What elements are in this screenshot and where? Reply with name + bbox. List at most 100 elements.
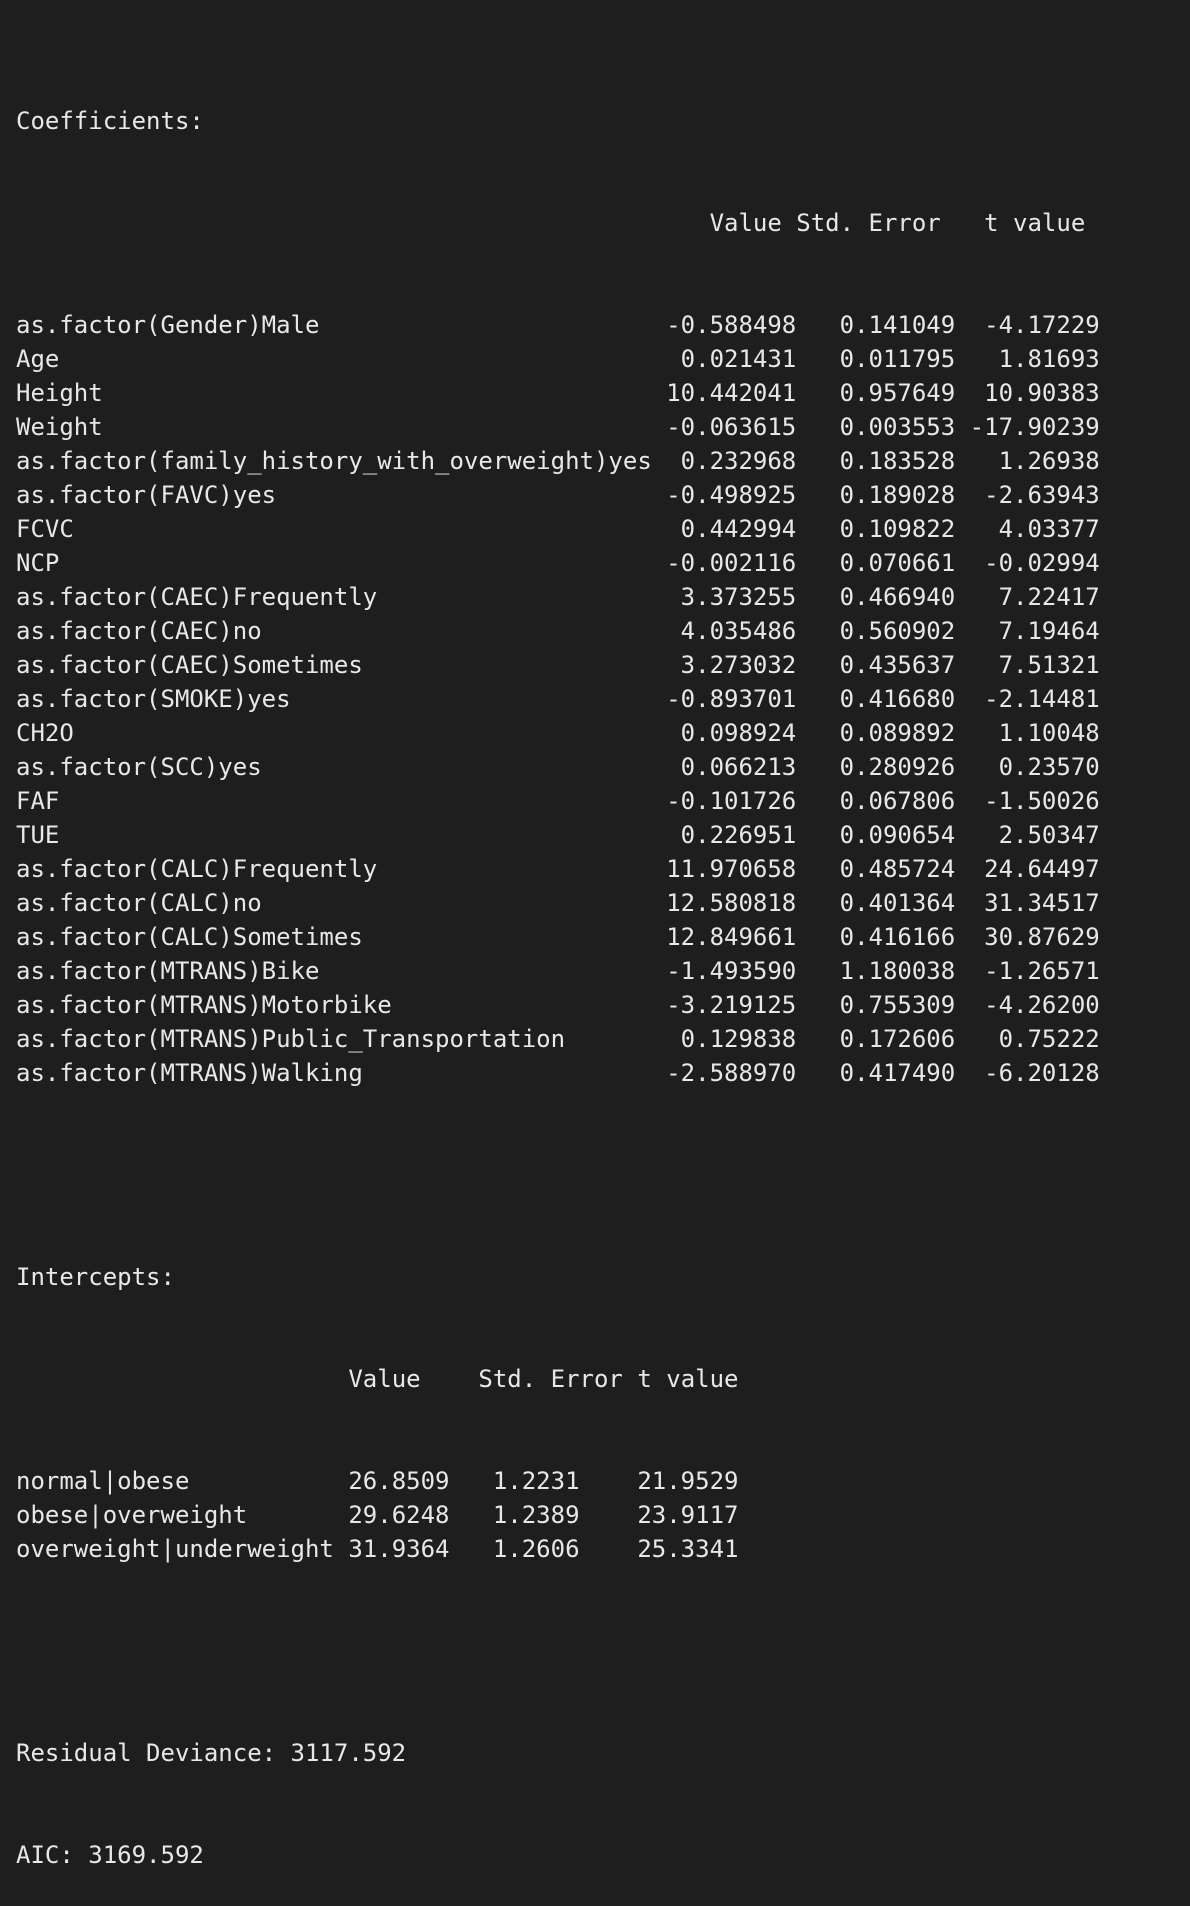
row-std-error: 0.957649 xyxy=(796,379,956,407)
row-name: as.factor(MTRANS)Bike xyxy=(16,957,652,985)
row-value: -0.893701 xyxy=(651,685,797,713)
table-row: as.factor(CAEC)Frequently 3.373255 0.466… xyxy=(16,580,1100,614)
row-name: obese|overweight xyxy=(16,1501,334,1529)
table-row: as.factor(SMOKE)yes -0.893701 0.416680 -… xyxy=(16,682,1100,716)
table-row: FAF -0.101726 0.067806 -1.50026 xyxy=(16,784,1100,818)
int-col-value: Value xyxy=(348,1365,421,1393)
row-name: as.factor(SCC)yes xyxy=(16,753,652,781)
row-name: as.factor(CALC)no xyxy=(16,889,652,917)
coef-col-value: Value xyxy=(709,209,782,237)
intercepts-table: normal|obese 26.8509 1.2231 21.9529 obese… xyxy=(16,1464,1100,1566)
coef-col-std-error: Std. Error xyxy=(796,209,941,237)
row-std-error: 0.417490 xyxy=(796,1059,956,1087)
row-t-value: 1.26938 xyxy=(955,447,1100,475)
int-col-std-error: Std. Error xyxy=(478,1365,623,1393)
row-t-value: -4.26200 xyxy=(955,991,1100,1019)
coefficients-heading: Coefficients: xyxy=(16,107,204,135)
row-t-value: 2.50347 xyxy=(955,821,1100,849)
row-t-value: -4.17229 xyxy=(955,311,1100,339)
intercepts-header-row: Value Std. Error t value xyxy=(16,1362,1100,1396)
row-name: as.factor(FAVC)yes xyxy=(16,481,652,509)
row-name: as.factor(SMOKE)yes xyxy=(16,685,652,713)
row-name: as.factor(CAEC)Sometimes xyxy=(16,651,652,679)
row-name: as.factor(CAEC)no xyxy=(16,617,652,645)
table-row: Height 10.442041 0.957649 10.90383 xyxy=(16,376,1100,410)
row-name: FCVC xyxy=(16,515,652,543)
row-value: -3.219125 xyxy=(651,991,797,1019)
row-std-error: 0.109822 xyxy=(796,515,956,543)
table-row: CH2O 0.098924 0.089892 1.10048 xyxy=(16,716,1100,750)
row-t-value: 1.10048 xyxy=(955,719,1100,747)
table-row: FCVC 0.442994 0.109822 4.03377 xyxy=(16,512,1100,546)
coefficients-table: as.factor(Gender)Male -0.588498 0.141049… xyxy=(16,308,1100,1090)
row-name: Weight xyxy=(16,413,652,441)
row-name: as.factor(MTRANS)Public_Transportation xyxy=(16,1025,652,1053)
table-row: TUE 0.226951 0.090654 2.50347 xyxy=(16,818,1100,852)
table-row: NCP -0.002116 0.070661 -0.02994 xyxy=(16,546,1100,580)
aic: AIC: 3169.592 xyxy=(16,1841,204,1869)
row-std-error: 1.180038 xyxy=(796,957,956,985)
row-t-value: 21.9529 xyxy=(579,1467,739,1495)
row-t-value: -1.26571 xyxy=(955,957,1100,985)
row-t-value: 7.19464 xyxy=(955,617,1100,645)
table-row: as.factor(SCC)yes 0.066213 0.280926 0.23… xyxy=(16,750,1100,784)
row-name: as.factor(Gender)Male xyxy=(16,311,652,339)
table-row: obese|overweight 29.6248 1.2389 23.9117 xyxy=(16,1498,1100,1532)
row-name: as.factor(MTRANS)Walking xyxy=(16,1059,652,1087)
row-name: as.factor(CALC)Frequently xyxy=(16,855,652,883)
row-name: Age xyxy=(16,345,652,373)
row-std-error: 0.090654 xyxy=(796,821,956,849)
row-value: 0.098924 xyxy=(651,719,797,747)
row-t-value: -17.90239 xyxy=(955,413,1100,441)
row-std-error: 0.755309 xyxy=(796,991,956,1019)
row-t-value: 0.23570 xyxy=(955,753,1100,781)
coefficients-header-row: Value Std. Error t value xyxy=(16,206,1100,240)
row-value: 26.8509 xyxy=(333,1467,450,1495)
table-row: as.factor(MTRANS)Public_Transportation 0… xyxy=(16,1022,1100,1056)
table-row: as.factor(CALC)Frequently 11.970658 0.48… xyxy=(16,852,1100,886)
row-value: -0.002116 xyxy=(651,549,797,577)
table-row: as.factor(CALC)no 12.580818 0.401364 31.… xyxy=(16,886,1100,920)
row-std-error: 0.401364 xyxy=(796,889,956,917)
row-value: -0.498925 xyxy=(651,481,797,509)
row-t-value: 30.87629 xyxy=(955,923,1100,951)
row-t-value: 7.51321 xyxy=(955,651,1100,679)
row-std-error: 0.189028 xyxy=(796,481,956,509)
row-std-error: 1.2389 xyxy=(449,1501,580,1529)
table-row: normal|obese 26.8509 1.2231 21.9529 xyxy=(16,1464,1100,1498)
row-std-error: 0.280926 xyxy=(796,753,956,781)
row-std-error: 1.2606 xyxy=(449,1535,580,1563)
row-t-value: 1.81693 xyxy=(955,345,1100,373)
row-value: 10.442041 xyxy=(651,379,797,407)
coef-col-t-value: t value xyxy=(984,209,1086,237)
row-value: 0.066213 xyxy=(651,753,797,781)
table-row: as.factor(MTRANS)Bike -1.493590 1.180038… xyxy=(16,954,1100,988)
row-std-error: 0.003553 xyxy=(796,413,956,441)
row-t-value: -6.20128 xyxy=(955,1059,1100,1087)
row-value: 11.970658 xyxy=(651,855,797,883)
row-t-value: -2.63943 xyxy=(955,481,1100,509)
row-name: FAF xyxy=(16,787,652,815)
row-name: CH2O xyxy=(16,719,652,747)
row-value: 12.849661 xyxy=(651,923,797,951)
row-value: 0.232968 xyxy=(651,447,797,475)
row-value: 3.373255 xyxy=(651,583,797,611)
row-name: normal|obese xyxy=(16,1467,334,1495)
row-std-error: 0.011795 xyxy=(796,345,956,373)
row-t-value: -1.50026 xyxy=(955,787,1100,815)
row-t-value: -2.14481 xyxy=(955,685,1100,713)
row-t-value: 7.22417 xyxy=(955,583,1100,611)
table-row: as.factor(FAVC)yes -0.498925 0.189028 -2… xyxy=(16,478,1100,512)
row-value: 4.035486 xyxy=(651,617,797,645)
row-std-error: 1.2231 xyxy=(449,1467,580,1495)
row-name: NCP xyxy=(16,549,652,577)
residual-deviance: Residual Deviance: 3117.592 xyxy=(16,1739,407,1767)
row-t-value: 0.75222 xyxy=(955,1025,1100,1053)
console-output: Coefficients: Value Std. Error t value a… xyxy=(16,36,1100,1906)
table-row: Age 0.021431 0.011795 1.81693 xyxy=(16,342,1100,376)
row-t-value: 25.3341 xyxy=(579,1535,739,1563)
row-value: 0.129838 xyxy=(651,1025,797,1053)
row-std-error: 0.183528 xyxy=(796,447,956,475)
